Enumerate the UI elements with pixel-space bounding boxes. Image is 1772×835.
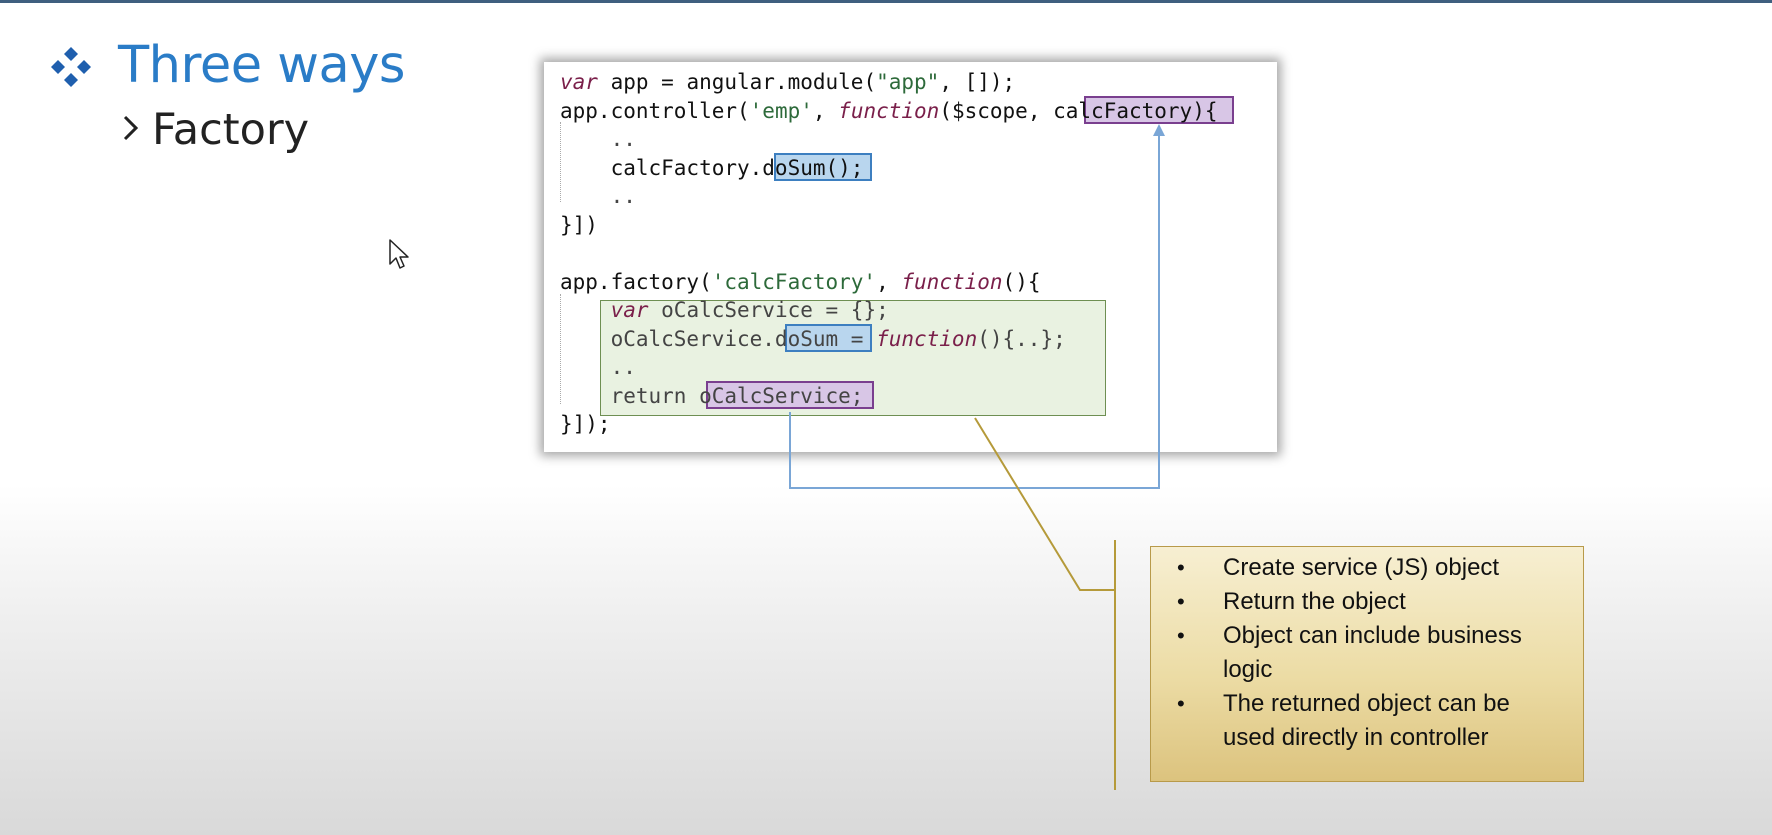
return-to-param-arrow xyxy=(789,130,1160,489)
note-callout-line xyxy=(974,417,1115,591)
note-item: • Object can include business logic xyxy=(1151,619,1553,687)
arrow-head xyxy=(1153,124,1165,136)
note-item: • Return the object xyxy=(1151,585,1553,619)
notes-callout: • Create service (JS) object • Return the o… xyxy=(1150,546,1584,782)
note-item: • The returned object can be used directl… xyxy=(1151,687,1553,755)
bullet-dot-icon: • xyxy=(1177,691,1185,716)
note-text: Create service (JS) object xyxy=(1223,554,1500,581)
note-text: The returned object can be used directly… xyxy=(1223,690,1510,751)
bullet-dot-icon: • xyxy=(1177,589,1185,614)
bullet-dot-icon: • xyxy=(1177,623,1185,648)
notes-list: • Create service (JS) object • Return the o… xyxy=(1151,551,1553,755)
note-item: • Create service (JS) object xyxy=(1151,551,1553,585)
note-text: Return the object xyxy=(1223,588,1406,615)
bullet-dot-icon: • xyxy=(1177,555,1185,580)
note-text: Object can include business logic xyxy=(1223,622,1522,683)
